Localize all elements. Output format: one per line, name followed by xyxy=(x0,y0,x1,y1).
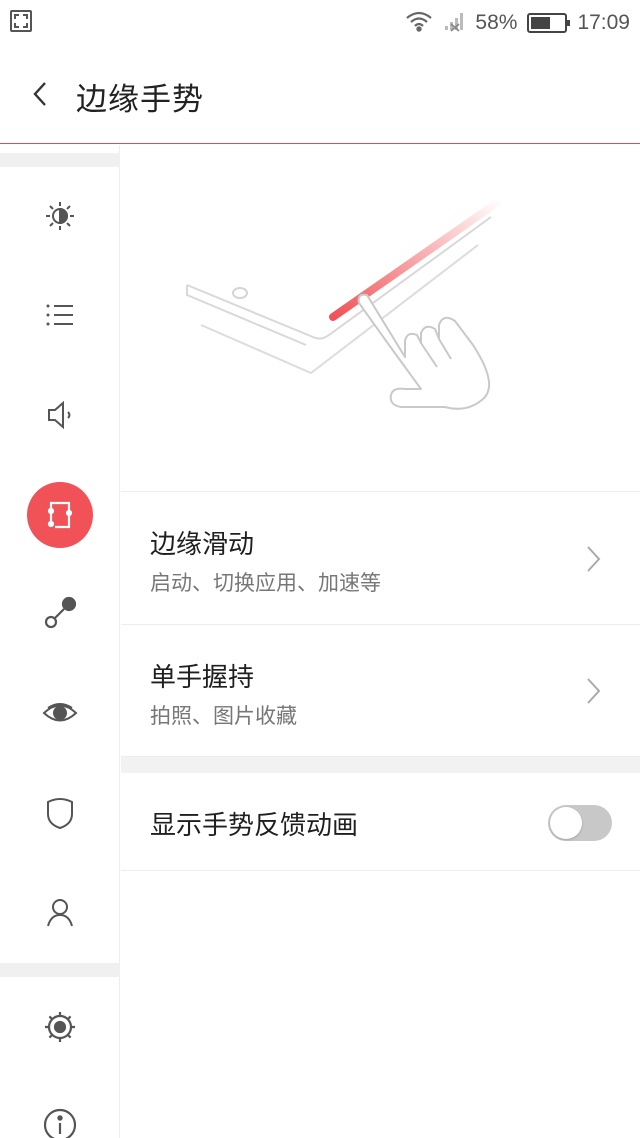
connection-icon xyxy=(44,596,77,629)
row-subtitle: 拍照、图片收藏 xyxy=(150,704,297,728)
battery-percent: 58% xyxy=(475,11,518,34)
sidebar-item-display[interactable] xyxy=(0,176,120,256)
wifi-icon xyxy=(405,10,433,36)
list-icon xyxy=(46,304,73,326)
sidebar-item-connections[interactable] xyxy=(0,573,120,653)
sidebar-item-about[interactable] xyxy=(0,1085,120,1138)
gesture-feedback-toggle[interactable] xyxy=(548,805,612,841)
sidebar-item-security[interactable] xyxy=(0,773,120,853)
gear-icon xyxy=(45,1012,75,1042)
shield-icon xyxy=(47,798,73,830)
toggle-knob xyxy=(550,807,582,839)
speaker-icon xyxy=(48,400,71,430)
chevron-left-icon xyxy=(33,82,46,106)
one-hand-grip-row[interactable]: 单手握持 拍照、图片收藏 xyxy=(121,625,640,757)
status-bar: 58% 17:09 xyxy=(0,0,640,46)
active-indicator xyxy=(27,482,93,548)
eye-icon xyxy=(42,703,78,722)
sidebar-item-settings[interactable] xyxy=(0,987,120,1067)
sidebar-item-notifications[interactable] xyxy=(0,275,120,355)
row-subtitle: 启动、切换应用、加速等 xyxy=(150,571,381,595)
clock: 17:09 xyxy=(577,11,630,34)
user-icon xyxy=(47,899,73,927)
sidebar-item-account[interactable] xyxy=(0,872,120,952)
back-button[interactable] xyxy=(18,72,62,116)
sidebar-item-edge-gesture[interactable] xyxy=(0,475,120,555)
section-divider xyxy=(121,757,640,773)
chevron-right-icon xyxy=(587,678,601,704)
row-title: 显示手势反馈动画 xyxy=(150,811,359,841)
info-icon xyxy=(43,1108,77,1138)
edge-gesture-icon xyxy=(47,501,73,529)
chevron-right-icon xyxy=(587,546,601,572)
edge-swipe-illustration xyxy=(121,145,640,492)
sidebar-divider xyxy=(0,963,120,977)
gesture-feedback-row: 显示手势反馈动画 xyxy=(121,773,640,871)
row-title: 单手握持 xyxy=(150,663,255,693)
edge-swipe-row[interactable]: 边缘滑动 启动、切换应用、加速等 xyxy=(121,492,640,625)
main-content: 边缘滑动 启动、切换应用、加速等 单手握持 拍照、图片收藏 显示手势反馈动画 xyxy=(121,145,640,1138)
screenshot-icon xyxy=(10,10,32,32)
battery-icon xyxy=(527,13,571,33)
row-title: 边缘滑动 xyxy=(150,530,255,560)
brightness-icon xyxy=(46,202,74,230)
sidebar-divider xyxy=(0,153,120,167)
title-bar: 边缘手势 xyxy=(0,46,640,144)
sidebar-item-privacy[interactable] xyxy=(0,673,120,753)
no-signal-icon xyxy=(443,10,465,36)
category-sidebar xyxy=(0,145,120,1138)
sidebar-item-sound[interactable] xyxy=(0,375,120,455)
page-title: 边缘手势 xyxy=(76,82,204,118)
